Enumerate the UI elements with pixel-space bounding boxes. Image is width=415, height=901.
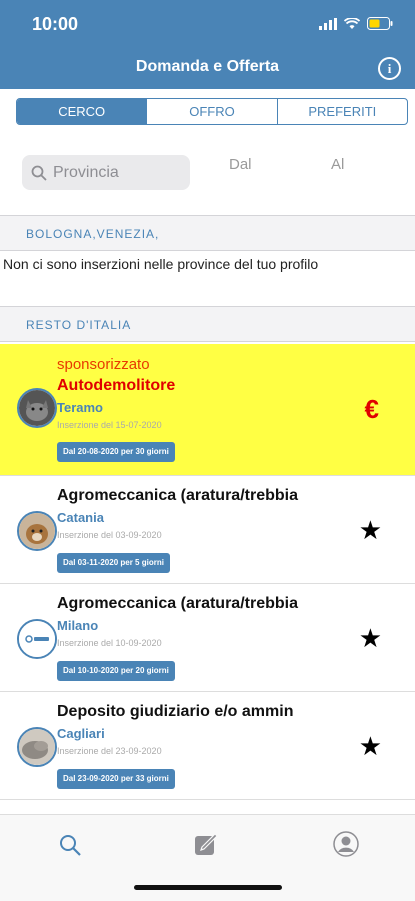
tab-preferiti[interactable]: PREFERITI	[278, 99, 407, 124]
listing-title: Autodemolitore	[57, 377, 176, 394]
listing-duration-badge: Dal 10-10-2020 per 20 giorni	[57, 661, 175, 681]
wolf-avatar-icon	[17, 388, 57, 428]
rest-section-header: RESTO D'ITALIA	[0, 306, 415, 342]
logo-avatar-icon	[17, 619, 57, 659]
status-time: 10:00	[32, 14, 79, 34]
info-button[interactable]: i	[378, 57, 401, 80]
search-icon[interactable]	[58, 833, 82, 857]
listing-title: Agromeccanica (aratura/trebbia	[57, 595, 298, 612]
empty-message: Non ci sono inserzioni nelle province de…	[3, 256, 319, 272]
date-from-field[interactable]: Dal	[229, 156, 252, 173]
listing-row[interactable]: sponsorizzato Autodemolitore Teramo Inse…	[0, 344, 415, 476]
status-icons	[319, 17, 393, 30]
listing-posted-date: Inserzione del 03-09-2020	[57, 530, 162, 540]
star-icon[interactable]: ★	[359, 733, 382, 759]
tab-cerco[interactable]: CERCO	[17, 99, 148, 124]
listing-row[interactable]: Agromeccanica (aratura/trebbia Milano In…	[0, 584, 415, 692]
page-title: Domanda e Offerta	[135, 58, 280, 75]
wifi-icon	[344, 17, 360, 29]
rock-avatar-icon	[17, 727, 57, 767]
header: 10:00 Domanda e Offerta i	[0, 0, 415, 89]
tab-offro[interactable]: OFFRO	[147, 99, 278, 124]
search-box[interactable]	[22, 155, 190, 190]
listing-city: Milano	[57, 618, 99, 633]
euro-icon: €	[364, 394, 379, 424]
profile-section-header: BOLOGNA,VENEZIA,	[0, 215, 415, 251]
province-search-input[interactable]	[53, 163, 173, 182]
listing-posted-date: Inserzione del 23-09-2020	[57, 746, 162, 756]
listing-title: Deposito giudiziario e/o ammin	[57, 703, 294, 720]
star-icon[interactable]: ★	[359, 625, 382, 651]
search-icon	[31, 165, 47, 181]
battery-icon	[367, 17, 393, 30]
dog-avatar-icon	[17, 511, 57, 551]
listing-city: Cagliari	[57, 726, 105, 741]
segmented-tabs: CERCO OFFRO PREFERITI	[16, 98, 408, 125]
listing-duration-badge: Dal 03-11-2020 per 5 giorni	[57, 553, 170, 573]
listing-row[interactable]: Agromeccanica (aratura/trebbia Catania I…	[0, 476, 415, 584]
listing-title: Agromeccanica (aratura/trebbia	[57, 487, 298, 504]
profile-icon[interactable]	[333, 831, 359, 857]
home-indicator	[134, 885, 282, 890]
listing-posted-date: Inserzione del 10-09-2020	[57, 638, 162, 648]
sponsored-label: sponsorizzato	[57, 356, 150, 373]
signal-icon	[319, 17, 337, 30]
listing-duration-badge: Dal 20-08-2020 per 30 giorni	[57, 442, 175, 462]
listing-posted-date: Inserzione del 15-07-2020	[57, 420, 162, 430]
date-to-field[interactable]: Al	[331, 156, 344, 173]
compose-icon[interactable]	[193, 831, 219, 857]
listing-city: Catania	[57, 510, 104, 525]
listing-city: Teramo	[57, 400, 103, 415]
star-icon[interactable]: ★	[359, 517, 382, 543]
listing-duration-badge: Dal 23-09-2020 per 33 giorni	[57, 769, 175, 789]
listing-row[interactable]: Deposito giudiziario e/o ammin Cagliari …	[0, 692, 415, 800]
